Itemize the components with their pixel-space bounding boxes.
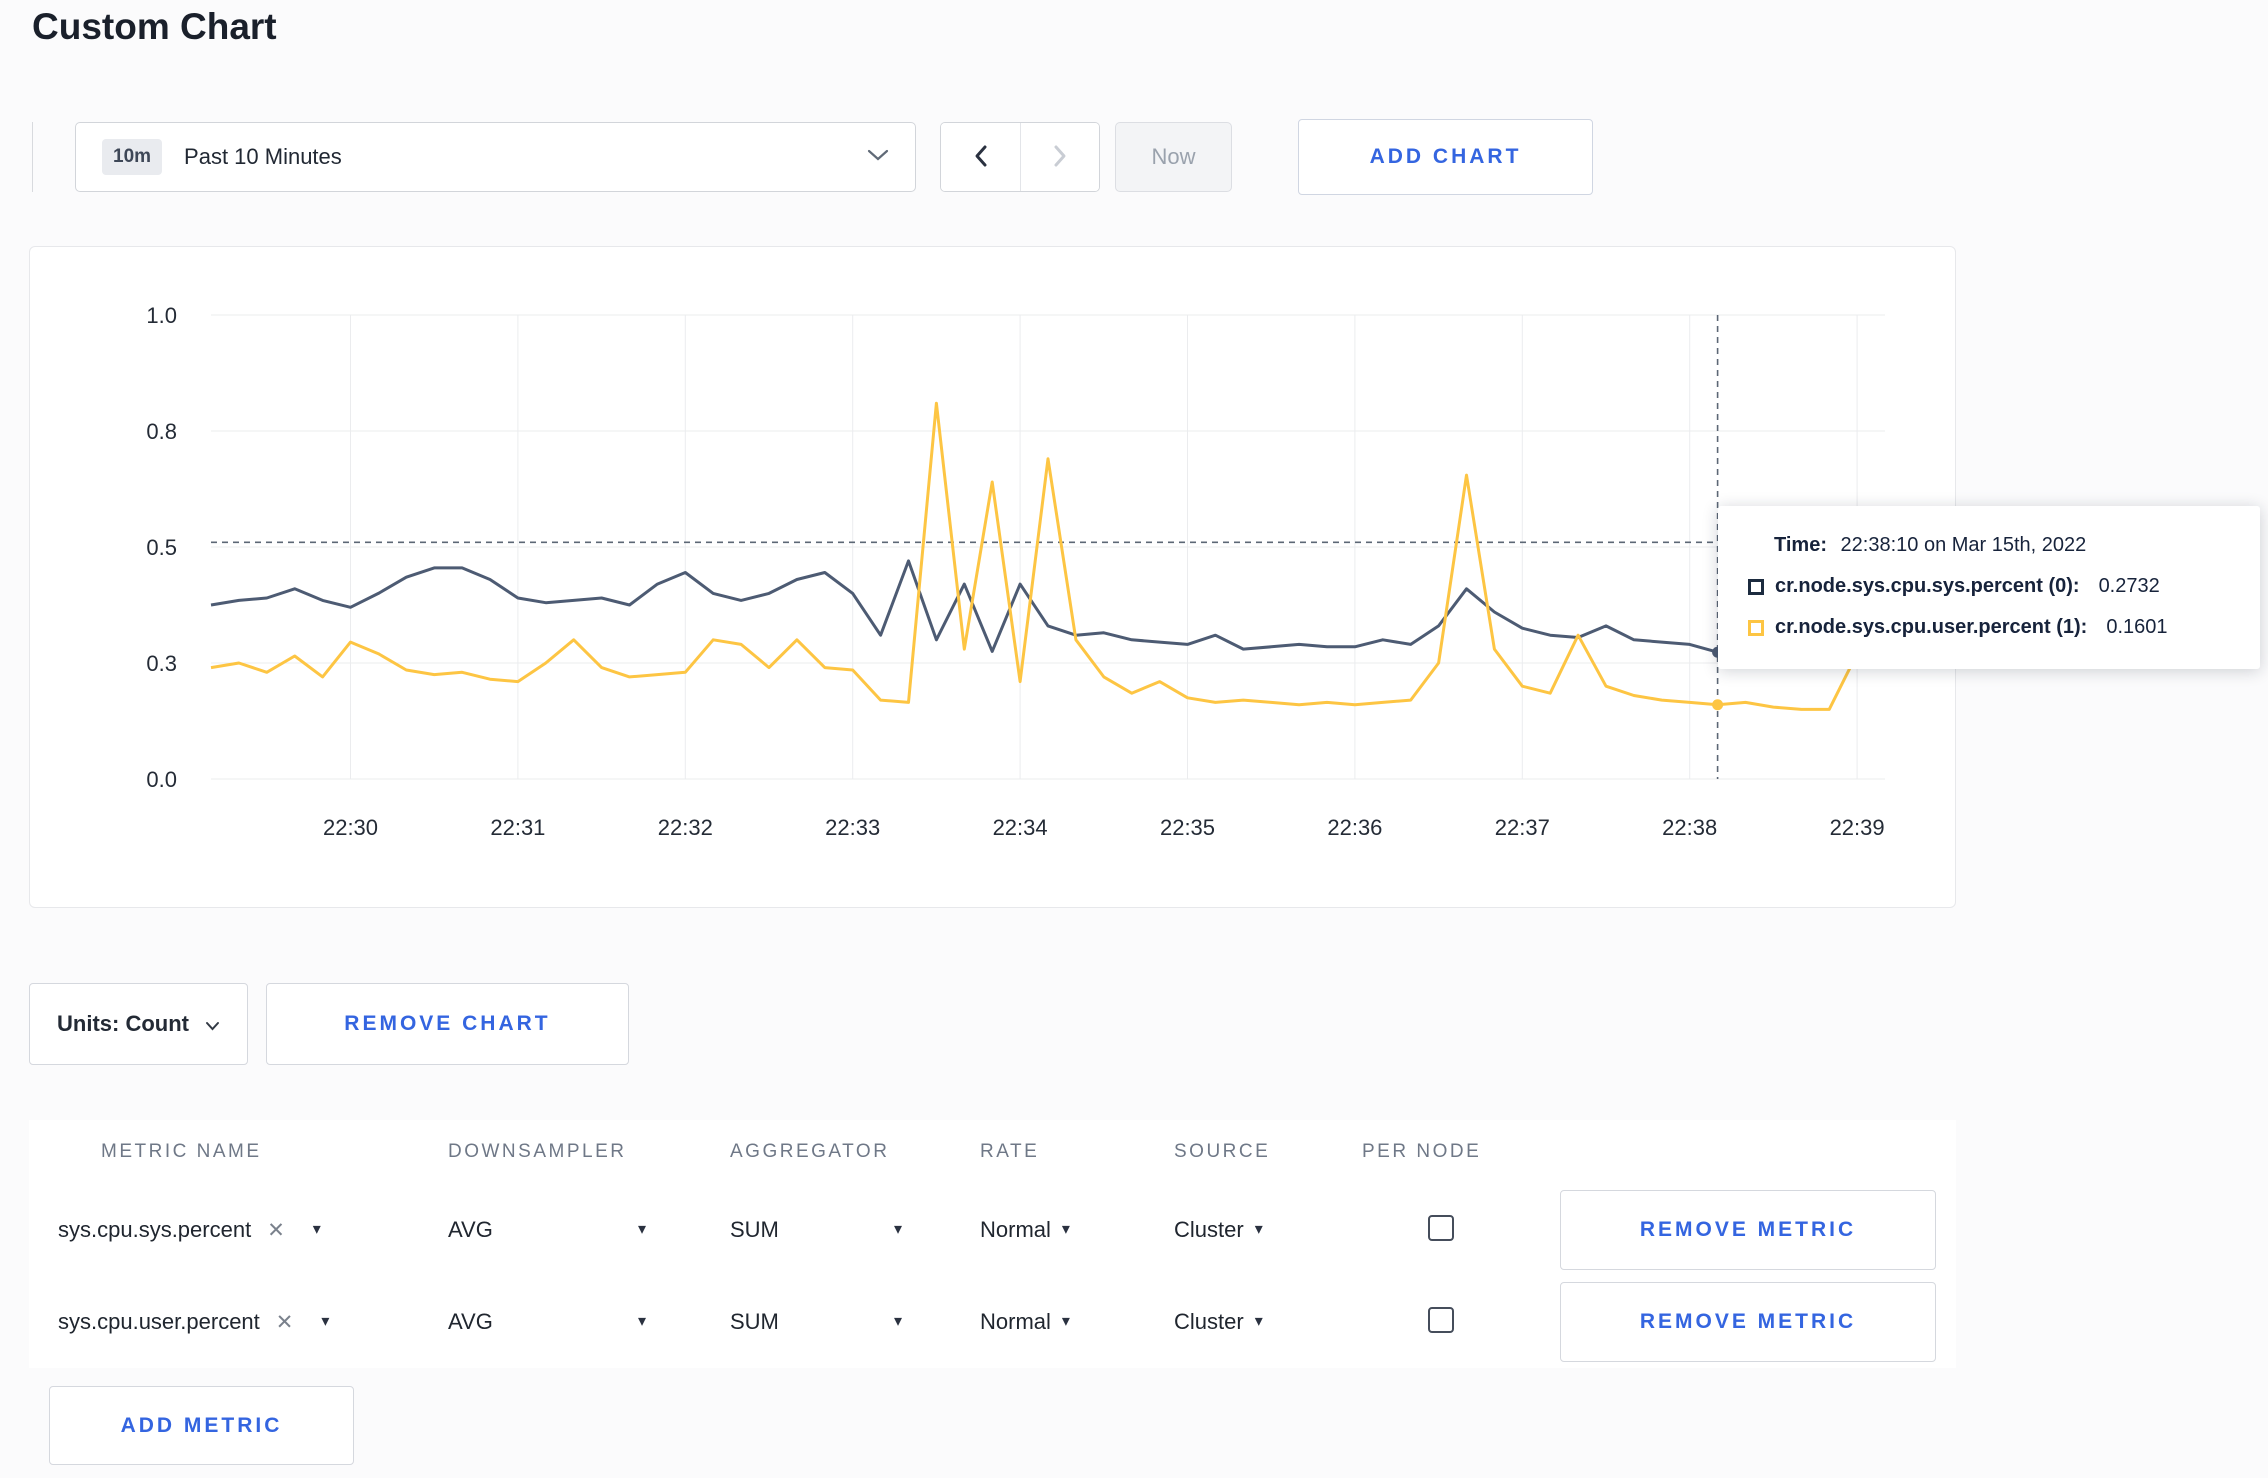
series-swatch-user xyxy=(1748,619,1764,636)
tooltip-series-row-user: cr.node.sys.cpu.user.percent (1): 0.1601 xyxy=(1748,616,2230,639)
svg-text:1.0: 1.0 xyxy=(146,303,177,328)
metrics-table: METRIC NAME DOWNSAMPLER AGGREGATOR RATE … xyxy=(29,1120,1956,1368)
header-source: SOURCE xyxy=(1174,1141,1271,1162)
tooltip-series-name-user: cr.node.sys.cpu.user.percent (1): xyxy=(1775,616,2088,638)
source-select[interactable]: Cluster ▾ xyxy=(1174,1217,1263,1243)
header-metric-name: METRIC NAME xyxy=(101,1141,262,1162)
dropdown-arrow-icon: ▾ xyxy=(1061,1221,1070,1238)
metrics-table-header: METRIC NAME DOWNSAMPLER AGGREGATOR RATE … xyxy=(58,1120,1956,1184)
svg-text:22:35: 22:35 xyxy=(1160,815,1215,840)
aggregator-value: SUM xyxy=(730,1217,779,1242)
svg-text:22:34: 22:34 xyxy=(993,815,1048,840)
dropdown-arrow-icon: ▾ xyxy=(1061,1313,1070,1330)
time-range-label: Past 10 Minutes xyxy=(184,144,342,169)
tooltip-series-value-sys: 0.2732 xyxy=(2098,575,2160,597)
page-title: Custom Chart xyxy=(32,6,277,47)
chevron-left-icon xyxy=(973,144,989,171)
remove-metric-button[interactable]: REMOVE METRIC xyxy=(1560,1282,1936,1362)
source-value: Cluster xyxy=(1174,1217,1244,1242)
svg-text:22:32: 22:32 xyxy=(658,815,713,840)
rate-value: Normal xyxy=(980,1217,1051,1242)
tooltip-time-value: 22:38:10 on Mar 15th, 2022 xyxy=(1840,534,2087,556)
clear-metric-icon[interactable]: ✕ xyxy=(267,1218,285,1243)
time-range-badge: 10m xyxy=(102,139,163,175)
tooltip-series-name-sys: cr.node.sys.cpu.sys.percent (0): xyxy=(1775,575,2080,597)
metric-name-select[interactable]: sys.cpu.user.percent ✕ ▾ xyxy=(58,1309,329,1335)
svg-text:22:33: 22:33 xyxy=(825,815,880,840)
header-rate: RATE xyxy=(980,1141,1040,1162)
add-chart-button[interactable]: ADD CHART xyxy=(1298,119,1593,195)
aggregator-select[interactable]: SUM ▾ xyxy=(730,1309,902,1335)
time-range-dropdown[interactable]: 10m Past 10 Minutes xyxy=(75,122,916,192)
svg-text:22:36: 22:36 xyxy=(1327,815,1382,840)
aggregator-select[interactable]: SUM ▾ xyxy=(730,1217,902,1243)
line-chart[interactable]: 1.0 0.8 0.5 0.3 0.0 22:30 22:31 22:32 22:33 22:34… xyxy=(30,247,1955,907)
rate-value: Normal xyxy=(980,1309,1051,1334)
downsampler-value: AVG xyxy=(448,1217,493,1242)
now-button[interactable]: Now xyxy=(1115,122,1232,192)
chart-controls-row: Units: Count REMOVE CHART xyxy=(29,983,629,1065)
units-label: Units: Count xyxy=(57,1011,189,1036)
dropdown-arrow-icon: ▾ xyxy=(893,1313,902,1330)
svg-text:22:30: 22:30 xyxy=(323,815,378,840)
tooltip-time-label: Time: xyxy=(1774,534,1827,556)
dropdown-arrow-icon: ▾ xyxy=(637,1313,646,1330)
chevron-down-icon xyxy=(867,148,889,167)
source-value: Cluster xyxy=(1174,1309,1244,1334)
add-metric-button[interactable]: ADD METRIC xyxy=(49,1386,354,1465)
time-pager xyxy=(940,122,1100,192)
chart-card: 1.0 0.8 0.5 0.3 0.0 22:30 22:31 22:32 22:33 22:34… xyxy=(29,246,1956,908)
units-dropdown[interactable]: Units: Count xyxy=(29,983,248,1065)
clear-metric-icon[interactable]: ✕ xyxy=(276,1310,294,1335)
svg-text:0.3: 0.3 xyxy=(146,651,177,676)
metric-name: sys.cpu.sys.percent xyxy=(58,1217,252,1242)
per-node-checkbox[interactable] xyxy=(1428,1306,1454,1333)
svg-text:0.5: 0.5 xyxy=(146,535,177,560)
toolbar: 10m Past 10 Minutes Now ADD CHART xyxy=(32,119,1593,195)
dropdown-arrow-icon: ▾ xyxy=(312,1221,321,1238)
tooltip-series-value-user: 0.1601 xyxy=(2106,616,2168,638)
chevron-right-icon xyxy=(1052,144,1068,171)
downsampler-select[interactable]: AVG ▾ xyxy=(448,1217,646,1243)
svg-text:22:31: 22:31 xyxy=(490,815,545,840)
tooltip-series-row-sys: cr.node.sys.cpu.sys.percent (0): 0.2732 xyxy=(1748,575,2230,598)
chevron-down-icon xyxy=(205,1011,220,1037)
next-range-button[interactable] xyxy=(1020,123,1099,191)
metric-row: sys.cpu.user.percent ✕ ▾ AVG ▾ SUM ▾ Nor… xyxy=(58,1276,1956,1368)
per-node-checkbox[interactable] xyxy=(1428,1214,1454,1241)
dropdown-arrow-icon: ▾ xyxy=(1254,1221,1263,1238)
downsampler-value: AVG xyxy=(448,1309,493,1334)
dropdown-arrow-icon: ▾ xyxy=(893,1221,902,1238)
rate-select[interactable]: Normal ▾ xyxy=(980,1217,1070,1243)
svg-text:22:37: 22:37 xyxy=(1495,815,1550,840)
remove-metric-button[interactable]: REMOVE METRIC xyxy=(1560,1190,1936,1270)
header-downsampler: DOWNSAMPLER xyxy=(448,1141,627,1162)
header-aggregator: AGGREGATOR xyxy=(730,1141,890,1162)
dropdown-arrow-icon: ▾ xyxy=(321,1313,330,1330)
toolbar-left-divider xyxy=(32,122,33,192)
header-per-node: PER NODE xyxy=(1362,1141,1482,1162)
svg-text:22:38: 22:38 xyxy=(1662,815,1717,840)
chart-tooltip: Time: 22:38:10 on Mar 15th, 2022 cr.node… xyxy=(1718,506,2260,669)
dropdown-arrow-icon: ▾ xyxy=(637,1221,646,1238)
tooltip-time: Time: 22:38:10 on Mar 15th, 2022 xyxy=(1774,534,2230,557)
dropdown-arrow-icon: ▾ xyxy=(1254,1313,1263,1330)
series-swatch-sys xyxy=(1748,578,1764,595)
metric-name: sys.cpu.user.percent xyxy=(58,1309,260,1334)
svg-text:0.0: 0.0 xyxy=(146,767,177,792)
prev-range-button[interactable] xyxy=(941,123,1020,191)
rate-select[interactable]: Normal ▾ xyxy=(980,1309,1070,1335)
source-select[interactable]: Cluster ▾ xyxy=(1174,1309,1263,1335)
remove-chart-button[interactable]: REMOVE CHART xyxy=(265,983,629,1065)
svg-text:22:39: 22:39 xyxy=(1830,815,1885,840)
downsampler-select[interactable]: AVG ▾ xyxy=(448,1309,646,1335)
svg-text:0.8: 0.8 xyxy=(146,419,177,444)
metric-name-select[interactable]: sys.cpu.sys.percent ✕ ▾ xyxy=(58,1217,321,1243)
aggregator-value: SUM xyxy=(730,1309,779,1334)
metric-row: sys.cpu.sys.percent ✕ ▾ AVG ▾ SUM ▾ Norm… xyxy=(58,1184,1956,1276)
